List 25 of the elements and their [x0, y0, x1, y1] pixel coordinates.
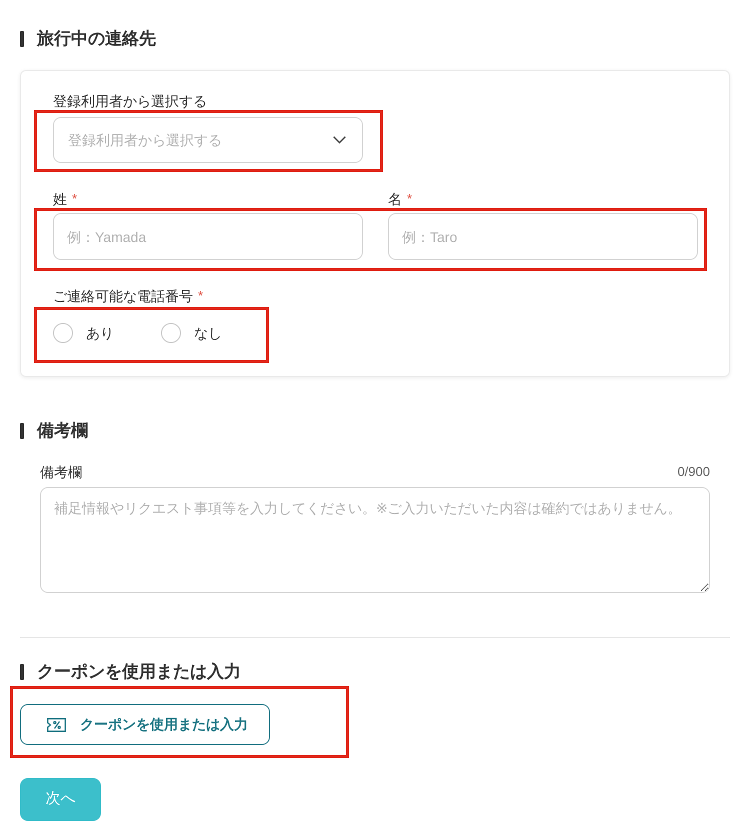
text-field[interactable]: 例：Taro	[388, 213, 698, 260]
field-label: ご連絡可能な電話番号	[53, 287, 193, 306]
required-mark: *	[72, 190, 78, 208]
chevron-down-icon	[333, 136, 346, 144]
section-marker-icon	[20, 31, 24, 47]
character-counter: 0/900	[677, 463, 710, 481]
radio-label[interactable]: あり	[86, 323, 114, 343]
remarks-field[interactable]: 補足情報やリクエスト事項等を入力してください。※ご入力いただいた内容は確約ではありません。	[40, 487, 710, 593]
field-label: 姓	[53, 190, 67, 209]
coupon-button[interactable]: クーポンを使用または入力	[20, 704, 270, 745]
required-mark: *	[198, 287, 204, 305]
section-heading: 備考欄	[37, 420, 88, 442]
radio-button[interactable]	[53, 323, 73, 343]
required-mark: *	[407, 190, 412, 208]
radio-label[interactable]: なし	[194, 323, 222, 343]
section-marker-icon	[20, 664, 24, 680]
text-field[interactable]: 例：Yamada	[53, 213, 363, 260]
section-heading: クーポンを使用または入力	[37, 661, 241, 683]
field-label: 登録利用者から選択する	[53, 92, 207, 111]
radio-button[interactable]	[161, 323, 181, 343]
field-label: 名	[388, 190, 402, 209]
ticket-icon	[47, 718, 66, 732]
section-marker-icon	[20, 423, 24, 439]
section-heading: 旅行中の連絡先	[37, 28, 156, 50]
field-label: 備考欄	[40, 463, 82, 482]
